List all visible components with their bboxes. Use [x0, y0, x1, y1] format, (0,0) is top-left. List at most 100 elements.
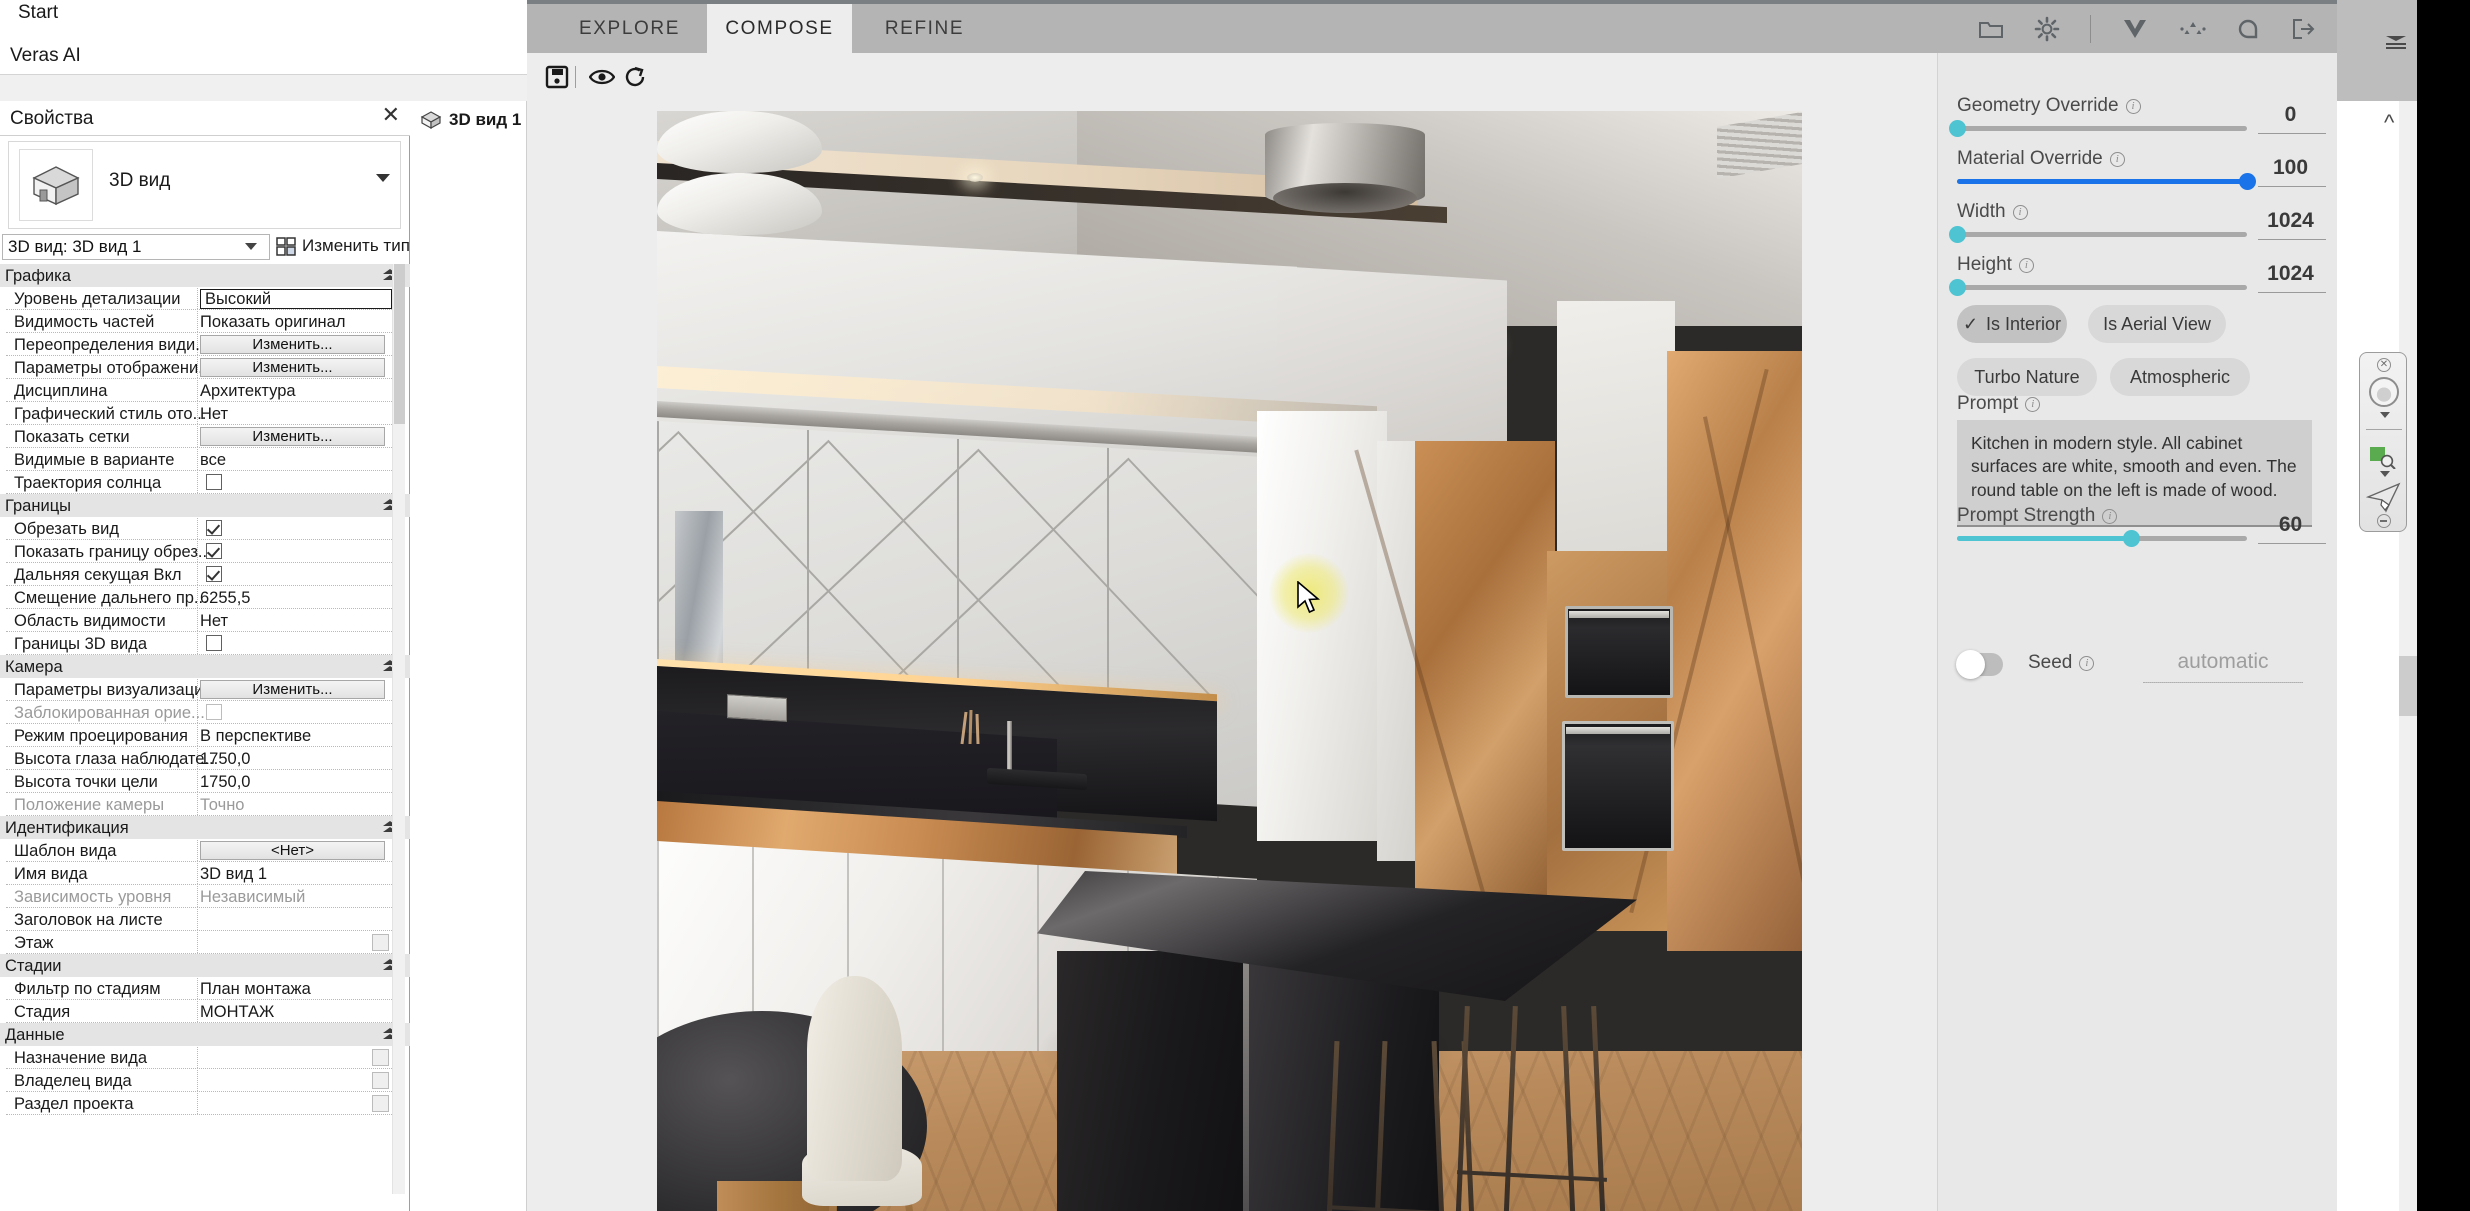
- collapse-icon[interactable]: [2384, 35, 2408, 51]
- property-row[interactable]: Фильтр по стадиям План монтажа: [0, 977, 410, 1000]
- property-section-header[interactable]: Границы: [0, 494, 410, 517]
- info-icon[interactable]: i: [2018, 258, 2034, 273]
- property-row[interactable]: Дальняя секущая Вкл: [0, 563, 410, 586]
- property-row[interactable]: Режим проецирования В перспективе: [0, 724, 410, 747]
- property-row[interactable]: Переопределения види... Изменить...: [0, 333, 410, 356]
- prompt-strength-slider[interactable]: [1957, 530, 2247, 547]
- property-checkbox[interactable]: [206, 704, 222, 720]
- property-row[interactable]: Обрезать вид: [0, 517, 410, 540]
- property-section-header[interactable]: Графика: [0, 264, 410, 287]
- property-value-box[interactable]: [372, 1095, 389, 1112]
- property-edit-button[interactable]: Изменить...: [200, 335, 385, 354]
- property-value-box[interactable]: [372, 1049, 389, 1066]
- nodes-icon[interactable]: [2179, 18, 2207, 40]
- property-row[interactable]: Шаблон вида <Нет>: [0, 839, 410, 862]
- property-checkbox[interactable]: [206, 520, 222, 536]
- slider-thumb[interactable]: [2123, 530, 2140, 547]
- ribbon-tab-start[interactable]: Start: [18, 2, 58, 24]
- property-section-header[interactable]: Камера: [0, 655, 410, 678]
- info-icon[interactable]: i: [2012, 205, 2028, 220]
- slider-thumb[interactable]: [1949, 226, 1966, 243]
- slider-thumb[interactable]: [1949, 120, 1966, 137]
- rendered-image[interactable]: [657, 111, 1802, 1211]
- property-row[interactable]: Графический стиль ото... Нет: [0, 402, 410, 425]
- material-override-slider[interactable]: [1957, 173, 2256, 190]
- properties-scrollbar-thumb[interactable]: [394, 264, 405, 424]
- logout-icon[interactable]: [2291, 18, 2317, 40]
- tab-refine[interactable]: REFINE: [852, 4, 997, 53]
- chevron-down-icon[interactable]: [376, 174, 390, 182]
- type-selector-input[interactable]: [2, 234, 270, 260]
- preview-button[interactable]: [587, 62, 617, 92]
- property-row[interactable]: Смещение дальнего пр... 6255,5: [0, 586, 410, 609]
- property-checkbox[interactable]: [206, 635, 222, 651]
- info-icon[interactable]: i: [2125, 99, 2141, 114]
- pill-is-interior[interactable]: ✓ Is Interior: [1957, 305, 2067, 343]
- slider-thumb[interactable]: [1949, 279, 1966, 296]
- property-checkbox[interactable]: [206, 474, 222, 490]
- property-checkbox[interactable]: [206, 566, 222, 582]
- tab-explore[interactable]: EXPLORE: [552, 4, 707, 53]
- right-scrollbar[interactable]: [2399, 101, 2417, 1211]
- chat-bubble-icon[interactable]: [2237, 17, 2261, 41]
- property-row[interactable]: Раздел проекта: [0, 1092, 410, 1115]
- info-icon[interactable]: i: [2109, 152, 2125, 167]
- property-edit-button[interactable]: Изменить...: [200, 358, 385, 377]
- property-row[interactable]: Заблокированная орие...: [0, 701, 410, 724]
- property-checkbox[interactable]: [206, 543, 222, 559]
- property-row[interactable]: Показать границу обрез...: [0, 540, 410, 563]
- zoom-region-icon[interactable]: [2370, 447, 2396, 469]
- pill-atmospheric[interactable]: Atmospheric: [2110, 358, 2250, 396]
- property-row[interactable]: Параметры отображени... Изменить...: [0, 356, 410, 379]
- height-slider[interactable]: [1949, 279, 2247, 296]
- property-row[interactable]: Положение камеры Точно: [0, 793, 410, 816]
- folder-icon[interactable]: [1978, 18, 2004, 40]
- minimize-icon[interactable]: [2377, 514, 2391, 528]
- pill-is-aerial-view[interactable]: Is Aerial View: [2088, 305, 2226, 343]
- gear-icon[interactable]: [2034, 16, 2060, 42]
- info-icon[interactable]: i: [2079, 656, 2095, 671]
- properties-scrollbar[interactable]: [392, 264, 405, 1194]
- property-row[interactable]: Область видимости Нет: [0, 609, 410, 632]
- steering-wheel-icon[interactable]: [2369, 377, 2399, 407]
- property-edit-button[interactable]: Изменить...: [200, 427, 385, 446]
- edit-type-button[interactable]: Изменить тип: [276, 236, 410, 256]
- property-row[interactable]: Заголовок на листе: [0, 908, 410, 931]
- property-row[interactable]: Дисциплина Архитектура: [0, 379, 410, 402]
- property-row[interactable]: Имя вида 3D вид 1: [0, 862, 410, 885]
- chevron-down-icon[interactable]: [2380, 412, 2390, 418]
- width-slider[interactable]: [1949, 226, 2247, 243]
- refresh-button[interactable]: [620, 62, 650, 92]
- property-row[interactable]: Владелец вида: [0, 1069, 410, 1092]
- ribbon-panel-veras-ai[interactable]: Veras AI: [10, 45, 81, 67]
- property-row[interactable]: Видимые в варианте все: [0, 448, 410, 471]
- info-icon[interactable]: i: [2102, 509, 2118, 524]
- property-row[interactable]: Высота глаза наблюдате... 1750,0: [0, 747, 410, 770]
- property-section-header[interactable]: Данные: [0, 1023, 410, 1046]
- property-row[interactable]: Зависимость уровня Независимый: [0, 885, 410, 908]
- pill-turbo-nature[interactable]: Turbo Nature: [1957, 358, 2097, 396]
- property-row[interactable]: Границы 3D вида: [0, 632, 410, 655]
- right-scrollbar-thumb[interactable]: [2399, 656, 2417, 716]
- property-row[interactable]: Уровень детализации Высокий: [0, 287, 410, 310]
- save-button[interactable]: [542, 62, 572, 92]
- pan-hand-icon[interactable]: [2366, 481, 2402, 513]
- chevron-down-icon[interactable]: [2380, 471, 2390, 477]
- chevron-up-icon[interactable]: ^: [2384, 112, 2394, 134]
- tab-compose[interactable]: COMPOSE: [707, 4, 852, 53]
- close-icon[interactable]: ✕: [382, 104, 400, 126]
- property-edit-button[interactable]: <Нет>: [200, 841, 385, 860]
- close-icon[interactable]: ✕: [2377, 358, 2391, 372]
- property-row[interactable]: Этаж: [0, 931, 410, 954]
- property-section-header[interactable]: Стадии: [0, 954, 410, 977]
- property-edit-button[interactable]: Изменить...: [200, 680, 385, 699]
- property-section-header[interactable]: Идентификация: [0, 816, 410, 839]
- info-icon[interactable]: i: [2025, 397, 2041, 412]
- property-value-box[interactable]: [372, 1072, 389, 1089]
- property-row[interactable]: Показать сетки Изменить...: [0, 425, 410, 448]
- property-row[interactable]: Параметры визуализации Изменить...: [0, 678, 410, 701]
- property-row[interactable]: Стадия МОНТАЖ: [0, 1000, 410, 1023]
- property-value-box[interactable]: [372, 934, 389, 951]
- property-row[interactable]: Траектория солнца: [0, 471, 410, 494]
- seed-toggle[interactable]: [1956, 650, 2003, 679]
